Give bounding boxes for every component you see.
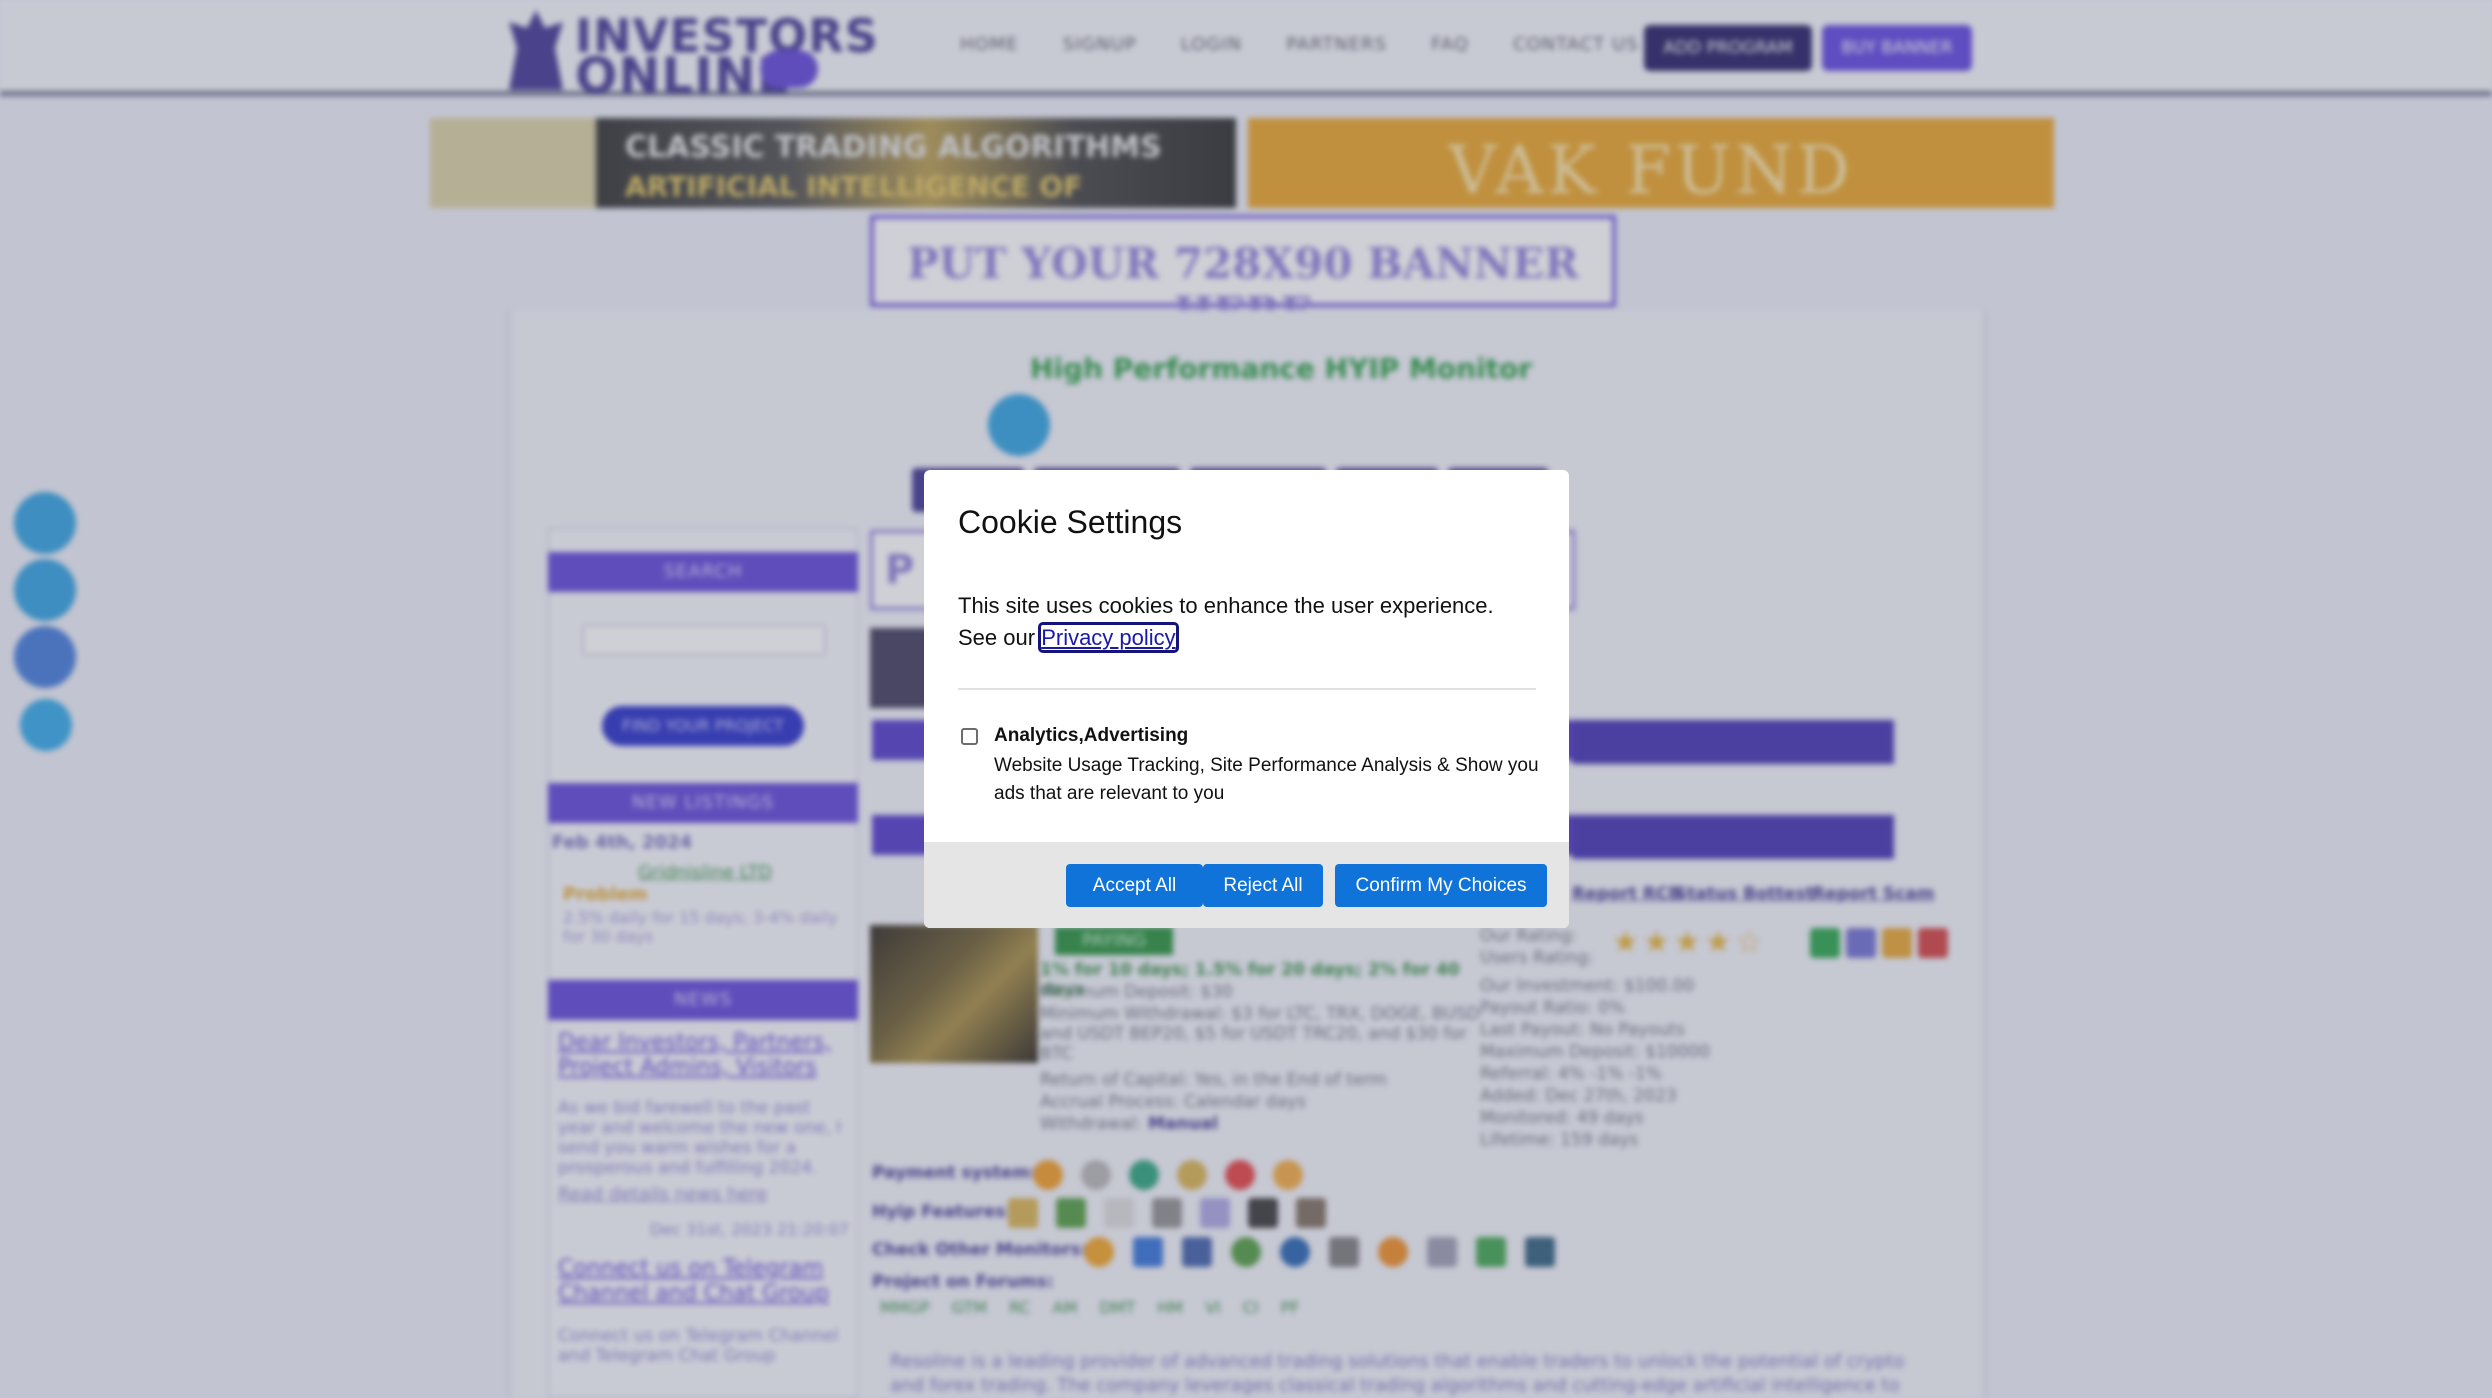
divider [958,688,1536,690]
analytics-option-description: Website Usage Tracking, Site Performance… [994,755,1539,804]
dialog-body-text: This site uses cookies to enhance the us… [958,593,1494,650]
accept-all-button[interactable]: Accept All [1066,864,1203,907]
analytics-option-title: Analytics,Advertising [994,725,1189,746]
dialog-body: This site uses cookies to enhance the us… [958,590,1536,654]
dialog-title: Cookie Settings [958,504,1183,540]
cookie-settings-dialog: Cookie Settings This site uses cookies t… [924,470,1569,928]
analytics-checkbox[interactable] [961,728,978,745]
reject-all-button[interactable]: Reject All [1203,864,1323,907]
privacy-policy-link[interactable]: Privacy policy [1038,622,1179,653]
confirm-choices-button[interactable]: Confirm My Choices [1335,864,1547,907]
